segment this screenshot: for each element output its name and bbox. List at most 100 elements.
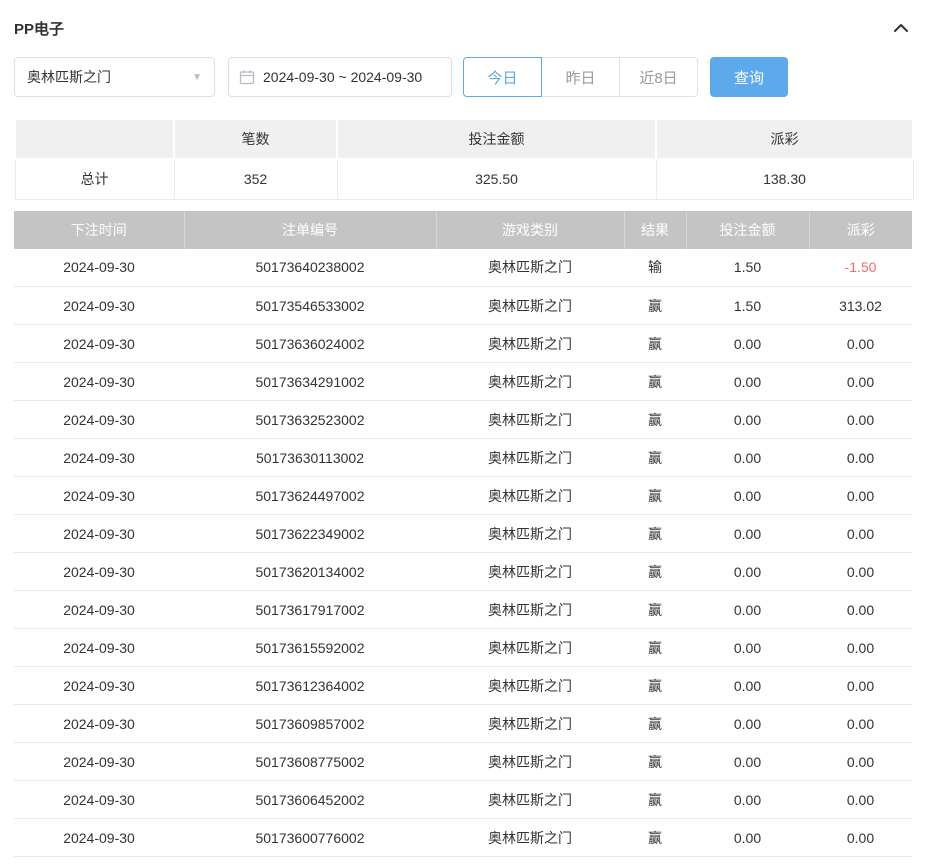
cell-game-type: 奥林匹斯之门: [436, 629, 624, 667]
summary-header-payout: 派彩: [656, 119, 913, 159]
cell-bet-amount: 0.00: [686, 477, 809, 515]
summary-header-blank: [15, 119, 174, 159]
cell-order-id: 50173600776002: [184, 819, 436, 857]
cell-result: 赢: [624, 287, 686, 325]
cell-result: 赢: [624, 705, 686, 743]
search-button[interactable]: 查询: [710, 57, 788, 97]
header-payout: 派彩: [809, 211, 912, 249]
cell-game-type: 奥林匹斯之门: [436, 439, 624, 477]
table-row: 2024-09-30 50173632523002 奥林匹斯之门 赢 0.00 …: [14, 401, 912, 439]
cell-payout: 0.00: [809, 477, 912, 515]
table-row: 2024-09-30 50173609857002 奥林匹斯之门 赢 0.00 …: [14, 705, 912, 743]
table-row: 2024-09-30 50173636024002 奥林匹斯之门 赢 0.00 …: [14, 325, 912, 363]
today-button[interactable]: 今日: [463, 57, 542, 97]
cell-result: 赢: [624, 325, 686, 363]
cell-bet-amount: 0.00: [686, 819, 809, 857]
cell-result: 赢: [624, 553, 686, 591]
game-select[interactable]: 奥林匹斯之门 ▼: [14, 57, 215, 97]
cell-result: 赢: [624, 629, 686, 667]
cell-payout: 0.00: [809, 743, 912, 781]
cell-result: 赢: [624, 781, 686, 819]
table-row: 2024-09-30 50173606452002 奥林匹斯之门 赢 0.00 …: [14, 781, 912, 819]
cell-payout: 0.00: [809, 515, 912, 553]
cell-order-id: 50173632523002: [184, 401, 436, 439]
summary-header-row: 笔数 投注金额 派彩: [15, 119, 913, 159]
header-order-id: 注单编号: [184, 211, 436, 249]
cell-payout: 313.02: [809, 287, 912, 325]
cell-order-id: 50173617917002: [184, 591, 436, 629]
header-game-type: 游戏类别: [436, 211, 624, 249]
cell-bet-time: 2024-09-30: [14, 325, 184, 363]
cell-bet-amount: 0.00: [686, 363, 809, 401]
summary-total-payout: 138.30: [656, 159, 913, 199]
cell-bet-time: 2024-09-30: [14, 363, 184, 401]
cell-order-id: 50173624497002: [184, 477, 436, 515]
table-row: 2024-09-30 50173620134002 奥林匹斯之门 赢 0.00 …: [14, 553, 912, 591]
header-result: 结果: [624, 211, 686, 249]
cell-bet-time: 2024-09-30: [14, 629, 184, 667]
last8days-button[interactable]: 近8日: [619, 57, 698, 97]
cell-game-type: 奥林匹斯之门: [436, 553, 624, 591]
cell-payout: 0.00: [809, 325, 912, 363]
cell-game-type: 奥林匹斯之门: [436, 249, 624, 287]
table-row: 2024-09-30 50173617917002 奥林匹斯之门 赢 0.00 …: [14, 591, 912, 629]
cell-payout: 0.00: [809, 705, 912, 743]
cell-result: 赢: [624, 743, 686, 781]
cell-order-id: 50173640238002: [184, 249, 436, 287]
header-bet-time: 下注时间: [14, 211, 184, 249]
calendar-icon: [239, 69, 255, 85]
table-row: 2024-09-30 50173624497002 奥林匹斯之门 赢 0.00 …: [14, 477, 912, 515]
bet-table-header-row: 下注时间 注单编号 游戏类别 结果 投注金额 派彩: [14, 211, 912, 249]
cell-result: 赢: [624, 363, 686, 401]
cell-order-id: 50173634291002: [184, 363, 436, 401]
cell-bet-time: 2024-09-30: [14, 705, 184, 743]
cell-game-type: 奥林匹斯之门: [436, 287, 624, 325]
cell-game-type: 奥林匹斯之门: [436, 743, 624, 781]
cell-order-id: 50173608775002: [184, 743, 436, 781]
cell-game-type: 奥林匹斯之门: [436, 591, 624, 629]
cell-bet-time: 2024-09-30: [14, 287, 184, 325]
summary-total-count: 352: [174, 159, 337, 199]
bet-table-body: 2024-09-30 50173640238002 奥林匹斯之门 输 1.50 …: [14, 249, 912, 857]
cell-game-type: 奥林匹斯之门: [436, 363, 624, 401]
chevron-up-icon[interactable]: [890, 17, 912, 39]
summary-total-bet-amount: 325.50: [337, 159, 656, 199]
cell-game-type: 奥林匹斯之门: [436, 819, 624, 857]
cell-result: 赢: [624, 477, 686, 515]
cell-order-id: 50173615592002: [184, 629, 436, 667]
cell-payout: -1.50: [809, 249, 912, 287]
cell-order-id: 50173606452002: [184, 781, 436, 819]
cell-payout: 0.00: [809, 781, 912, 819]
date-range-input[interactable]: 2024-09-30 ~ 2024-09-30: [228, 57, 452, 97]
cell-payout: 0.00: [809, 401, 912, 439]
date-range-value: 2024-09-30 ~ 2024-09-30: [263, 69, 422, 85]
cell-bet-amount: 0.00: [686, 743, 809, 781]
cell-game-type: 奥林匹斯之门: [436, 781, 624, 819]
cell-bet-time: 2024-09-30: [14, 743, 184, 781]
cell-bet-time: 2024-09-30: [14, 667, 184, 705]
cell-game-type: 奥林匹斯之门: [436, 705, 624, 743]
summary-header-count: 笔数: [174, 119, 337, 159]
cell-payout: 0.00: [809, 363, 912, 401]
cell-bet-amount: 0.00: [686, 515, 809, 553]
game-select-value: 奥林匹斯之门: [27, 67, 111, 87]
cell-order-id: 50173630113002: [184, 439, 436, 477]
cell-order-id: 50173622349002: [184, 515, 436, 553]
cell-payout: 0.00: [809, 439, 912, 477]
summary-table: 笔数 投注金额 派彩 总计 352 325.50 138.30: [14, 118, 914, 200]
cell-bet-amount: 0.00: [686, 705, 809, 743]
cell-bet-amount: 1.50: [686, 249, 809, 287]
table-row: 2024-09-30 50173615592002 奥林匹斯之门 赢 0.00 …: [14, 629, 912, 667]
yesterday-button[interactable]: 昨日: [541, 57, 620, 97]
quick-date-buttons: 今日 昨日 近8日: [463, 57, 698, 97]
summary-total-row: 总计 352 325.50 138.30: [15, 159, 913, 199]
cell-bet-time: 2024-09-30: [14, 553, 184, 591]
header-bet-amount: 投注金额: [686, 211, 809, 249]
cell-order-id: 50173636024002: [184, 325, 436, 363]
chevron-down-icon: ▼: [192, 72, 202, 83]
cell-payout: 0.00: [809, 667, 912, 705]
table-row: 2024-09-30 50173630113002 奥林匹斯之门 赢 0.00 …: [14, 439, 912, 477]
cell-game-type: 奥林匹斯之门: [436, 401, 624, 439]
table-row: 2024-09-30 50173634291002 奥林匹斯之门 赢 0.00 …: [14, 363, 912, 401]
table-row: 2024-09-30 50173640238002 奥林匹斯之门 输 1.50 …: [14, 249, 912, 287]
